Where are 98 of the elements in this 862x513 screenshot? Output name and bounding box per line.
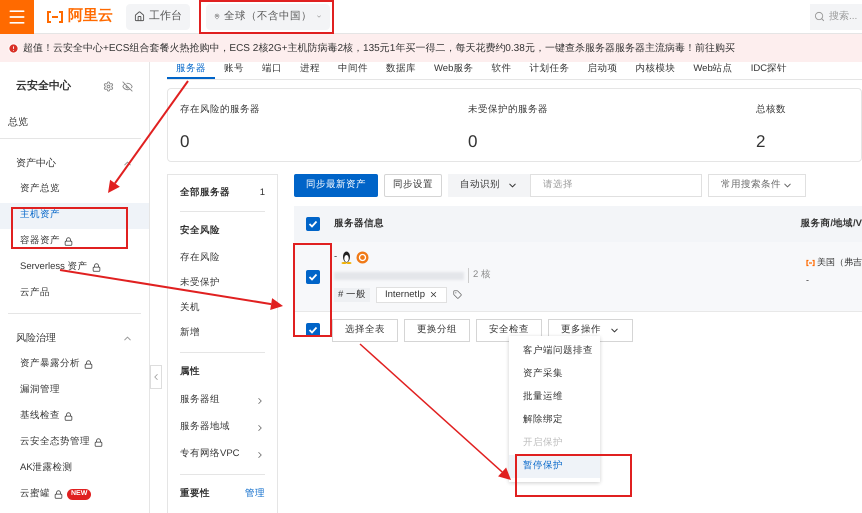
sidebar-item[interactable]: AK泄露检测 xyxy=(0,456,149,482)
check-icon xyxy=(308,325,318,335)
eye-off-icon[interactable] xyxy=(122,80,133,92)
logo-text: 阿里云 xyxy=(68,6,113,26)
filter-group-title: 安全风险 xyxy=(180,224,220,238)
sidebar-item[interactable]: 容器资产 xyxy=(0,228,149,254)
filter-item[interactable]: 专有网络VPC xyxy=(180,441,265,468)
tag-icon[interactable] xyxy=(453,290,462,300)
tab[interactable]: IDC探针 xyxy=(742,62,796,79)
sidebar-title: 云安全中心 xyxy=(16,78,71,94)
stat-value: 0 xyxy=(180,131,190,154)
cores-label: 2 核 xyxy=(468,268,491,283)
sidebar-item-label: 资产总览 xyxy=(20,182,60,196)
sidebar-item-label: 基线检查 xyxy=(20,409,60,424)
penguin-icon xyxy=(341,250,352,264)
manage-link[interactable]: 管理 xyxy=(245,486,265,502)
tab[interactable]: 计划任务 xyxy=(520,62,578,79)
sidebar-item[interactable]: 云安全态势管理 xyxy=(0,430,149,456)
sidebar-item[interactable]: 资产总览 xyxy=(0,176,149,202)
sidebar-item-label: 云蜜罐 xyxy=(20,487,50,502)
sidebar-item[interactable]: 主机资产 xyxy=(0,202,149,228)
sidebar-item[interactable]: Serverless 资产 xyxy=(0,254,149,280)
menu-item[interactable]: 批量运维 xyxy=(509,386,600,409)
row-prefix: - xyxy=(334,250,338,264)
tab[interactable]: 进程 xyxy=(291,62,329,79)
stat-label: 总核数 xyxy=(756,103,786,117)
status-text: - xyxy=(806,274,810,286)
stat-value: 0 xyxy=(468,131,478,154)
tab[interactable]: Web服务 xyxy=(425,62,482,79)
filter-item[interactable]: 新增 xyxy=(180,321,265,346)
home-icon xyxy=(134,11,145,22)
column-header: 服务商/地域/V xyxy=(800,216,862,231)
sidebar-item-label: AK泄露检测 xyxy=(20,461,73,476)
region-text: 美国（弗吉 xyxy=(817,256,862,269)
count-label: 1 xyxy=(260,186,265,200)
sidebar-item-label: 主机资产 xyxy=(20,208,60,222)
close-icon[interactable] xyxy=(429,290,438,300)
stat-label: 存在风险的服务器 xyxy=(180,103,261,117)
stat-label: 未受保护的服务器 xyxy=(468,103,549,117)
sidebar-item[interactable]: 漏洞管理 xyxy=(0,378,149,404)
tab[interactable]: 账号 xyxy=(215,62,253,79)
bulk-action-button[interactable]: 更换分组 xyxy=(404,318,470,342)
workbench-button[interactable]: 工作台 xyxy=(126,4,190,30)
banner-text: 超值！云安全中心+ECS组合套餐火热抢购中，ECS 2核2G+主机防病毒2核，135元1年买一得二，每天花费约0.38元，一键查杀服务器服务器主流病毒！前往购买 xyxy=(23,42,735,56)
sidebar-item-label: 云产品 xyxy=(20,286,50,300)
tab[interactable]: 内核模块 xyxy=(626,62,684,79)
tab[interactable]: 服务器 xyxy=(167,62,215,79)
search-icon xyxy=(814,11,825,22)
filter-item[interactable]: 关机 xyxy=(180,296,265,321)
menu-item[interactable]: 资产采集 xyxy=(509,363,600,386)
sidebar-item[interactable]: 基线检查 xyxy=(0,404,149,430)
filter-item[interactable]: 服务器地域 xyxy=(180,414,265,441)
menu-item[interactable]: 暂停保护 xyxy=(509,455,600,478)
sync-settings-button[interactable]: 同步设置 xyxy=(384,174,442,197)
filter-group-title: 属性 xyxy=(180,364,200,379)
sidebar-item-label: 容器资产 xyxy=(20,234,60,248)
tab[interactable]: 端口 xyxy=(253,62,291,79)
sidebar-item-label: 云安全态势管理 xyxy=(20,435,90,450)
tab[interactable]: 软件 xyxy=(482,62,520,79)
sidebar-item[interactable]: 总览 xyxy=(8,114,125,130)
filter-group-title: 重要性 xyxy=(180,486,210,501)
sidebar-item-label: 漏洞管理 xyxy=(20,383,60,398)
bulk-action-button[interactable]: 选择全表 xyxy=(332,318,398,342)
checkbox[interactable] xyxy=(306,217,320,231)
filter-item[interactable]: 全部服务器 xyxy=(180,186,230,200)
settings-icon[interactable] xyxy=(103,80,114,92)
gear-badge-icon xyxy=(356,250,370,264)
tab[interactable]: 中间件 xyxy=(329,62,377,79)
sidebar-item-label: Serverless 资产 xyxy=(20,260,88,274)
menu-button[interactable] xyxy=(0,0,34,34)
logo-icon xyxy=(46,10,64,22)
sidebar-item[interactable]: 云产品 xyxy=(0,280,149,306)
sidebar-section-header[interactable]: 资产中心 xyxy=(8,150,141,176)
column-header: 服务器信息 xyxy=(334,216,384,231)
logo-icon xyxy=(806,258,815,267)
tab[interactable]: Web站点 xyxy=(684,62,742,79)
tab[interactable]: 数据库 xyxy=(377,62,425,79)
filter-item[interactable]: 存在风险 xyxy=(180,246,265,271)
check-icon xyxy=(308,272,318,282)
filter-item[interactable]: 未受保护 xyxy=(180,271,265,296)
tag-chip[interactable]: InternetIp xyxy=(376,286,448,303)
menu-item[interactable]: 客户端问题排查 xyxy=(509,340,600,363)
location-icon xyxy=(214,11,220,22)
checkbox[interactable] xyxy=(306,270,320,284)
sidebar-item[interactable]: 资产暴露分析 xyxy=(0,352,149,378)
stat-value: 2 xyxy=(756,131,766,154)
check-icon xyxy=(308,219,318,229)
sync-assets-button[interactable]: 同步最新资产 xyxy=(294,174,378,197)
tab[interactable]: 启动项 xyxy=(578,62,626,79)
search-type-dropdown[interactable]: 自动识别 xyxy=(448,174,530,197)
common-filters-dropdown[interactable]: 常用搜索条件 xyxy=(708,174,806,197)
alert-icon xyxy=(8,42,19,54)
region-selector[interactable]: 全球（不含中国） xyxy=(206,4,330,30)
sidebar-item-label: 资产暴露分析 xyxy=(20,357,80,372)
menu-item[interactable]: 解除绑定 xyxy=(509,409,600,432)
filter-item[interactable]: 服务器组 xyxy=(180,387,265,414)
group-label: # 一般 xyxy=(334,288,370,302)
sidebar-section-header[interactable]: 风险治理 xyxy=(8,326,141,352)
